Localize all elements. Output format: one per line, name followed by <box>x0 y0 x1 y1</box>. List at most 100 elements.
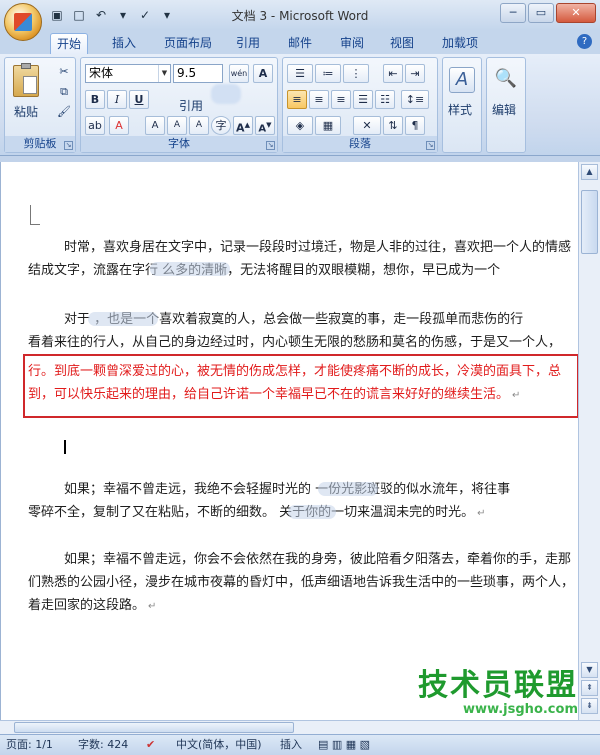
phonetic-guide-button[interactable]: wén <box>229 64 249 83</box>
title-bar: ▣ □ ↶ ▾ ✓ ▾ 文档 3 - Microsoft Word ─ ▭ ✕ <box>0 0 600 30</box>
align-center-icon[interactable]: ≡ <box>309 90 329 109</box>
copy-icon[interactable]: ⧉ <box>55 84 73 100</box>
office-logo-icon <box>14 13 32 31</box>
text-cursor <box>64 440 66 454</box>
case-button[interactable]: A <box>189 116 209 135</box>
clipboard-icon <box>13 63 39 97</box>
underline-button[interactable]: U <box>129 90 149 109</box>
paragraph-4-line-2: 零碎不全，复制了又在粘贴，不断的细数。 关于你的一切来温润未完的时光。 <box>28 505 475 520</box>
font-size-field[interactable]: 9.5 <box>173 64 223 83</box>
scroll-down-icon[interactable]: ▼ <box>581 662 598 678</box>
ref-label: 引用 <box>178 99 203 113</box>
tab-references[interactable]: 引用 <box>230 33 266 54</box>
font-color-icon[interactable]: A <box>109 116 129 135</box>
multilevel-list-icon[interactable]: ⋮ <box>343 64 369 83</box>
shrink-font-button[interactable]: A▼ <box>255 116 275 135</box>
borders-icon[interactable]: ▦ <box>315 116 341 135</box>
page-count[interactable]: 页面: 1/1 <box>6 735 53 755</box>
paragraph-2-line-2: 看着来往的行人，从自己的身边经过时，内心顿生无限的愁肠和莫名的伤感，于是又一个人… <box>28 335 562 350</box>
bold-button[interactable]: B <box>85 90 105 109</box>
styles-button[interactable]: A 样式 <box>445 62 479 132</box>
horizontal-scroll-thumb[interactable] <box>14 722 294 733</box>
next-page-icon[interactable]: ⇟ <box>581 698 598 714</box>
horizontal-scrollbar[interactable] <box>0 720 600 734</box>
paragraph-5-line-3: 着走回家的这段路。 <box>28 598 146 613</box>
blur-smudge <box>318 482 378 496</box>
bullets-icon[interactable]: ☰ <box>287 64 313 83</box>
styles-label: 样式 <box>448 103 473 117</box>
shading-icon[interactable]: ◈ <box>287 116 313 135</box>
tab-add-ins[interactable]: 加载项 <box>436 33 484 54</box>
vertical-scrollbar[interactable]: ▲ ▼ ⇞ ⇟ <box>578 162 600 720</box>
numbering-icon[interactable]: ≔ <box>315 64 341 83</box>
highlight-icon[interactable]: ab <box>85 116 105 135</box>
maximize-button[interactable]: ▭ <box>528 3 554 23</box>
paragraph-launcher-icon[interactable]: ↘ <box>426 141 435 150</box>
view-buttons-icon[interactable]: ▤ ▥ ▦ ▧ <box>318 735 370 755</box>
insert-mode[interactable]: 插入 <box>280 735 302 755</box>
align-right-icon[interactable]: ≡ <box>331 90 351 109</box>
sort-icon[interactable]: ⇅ <box>383 116 403 135</box>
word-count[interactable]: 字数: 424 <box>78 735 128 755</box>
font-name-field[interactable]: 宋体 ▼ <box>85 64 171 83</box>
distributed-icon[interactable]: ☷ <box>375 90 395 109</box>
format-painter-icon[interactable]: 🖌 <box>55 104 73 120</box>
justify-icon[interactable]: ☰ <box>353 90 373 109</box>
font-launcher-icon[interactable]: ↘ <box>266 141 275 150</box>
window-controls: ─ ▭ ✕ <box>500 3 596 23</box>
line-spacing-icon[interactable]: ↕≡ <box>401 90 429 109</box>
blur-smudge <box>88 312 158 326</box>
align-left-icon[interactable]: ≡ <box>287 90 307 109</box>
editing-button[interactable]: 🔍 编辑 <box>489 62 523 132</box>
ribbon: 粘贴 ✂ ⧉ 🖌 剪贴板 ↘ 宋体 ▼ 9.5 wén A B I U 引用 a… <box>0 54 600 156</box>
cut-icon[interactable]: ✂ <box>55 64 73 80</box>
superscript-button[interactable]: A <box>145 116 165 135</box>
decrease-indent-icon[interactable]: ⇤ <box>383 64 403 83</box>
tab-view[interactable]: 视图 <box>384 33 420 54</box>
paragraph-1: 时常，喜欢身居在文字中，记录一段段时过境迁，物是人非的过往，喜欢把一个人的情感 … <box>28 236 600 282</box>
show-marks-icon[interactable]: ¶ <box>405 116 425 135</box>
watermark-title: 技术员联盟 <box>418 668 578 703</box>
font-name-value: 宋体 <box>89 66 114 80</box>
paragraph-1-line-1: 时常，喜欢身居在文字中，记录一段段时过境迁，物是人非的过往，喜欢把一个人的情感 <box>64 240 572 255</box>
paragraph-4-line-1: 如果；幸福不曾走远，我绝不会轻握时光的 一份光影斑驳的似水流年，将往事 <box>64 482 511 497</box>
clipboard-group: 粘贴 ✂ ⧉ 🖌 剪贴板 ↘ <box>4 57 76 153</box>
binoculars-icon: 🔍 <box>494 68 518 89</box>
paragraph-group-label: 段落 <box>283 136 437 152</box>
chinese-layout-icon[interactable]: ✕ <box>353 116 381 135</box>
close-button[interactable]: ✕ <box>556 3 596 23</box>
styles-group: A 样式 <box>442 57 482 153</box>
return-mark-icon: ↵ <box>477 508 486 519</box>
paragraph-1-line-2: 结成文字，流露在字行 么多的清晰，无法将醒目的双眼模糊，想你，早已成为一个 <box>28 263 501 278</box>
help-icon[interactable]: ? <box>577 34 592 49</box>
font-group: 宋体 ▼ 9.5 wén A B I U 引用 ab A A A A 字 A▲ … <box>80 57 278 153</box>
paragraph-5: 如果；幸福不曾走远，你会不会依然在我的身旁，彼此陪看夕阳落去，牵着你的手，走那 … <box>28 548 600 618</box>
scroll-thumb[interactable] <box>581 190 598 254</box>
clipboard-launcher-icon[interactable]: ↘ <box>64 141 73 150</box>
increase-indent-icon[interactable]: ⇥ <box>405 64 425 83</box>
chevron-down-icon[interactable]: ▼ <box>158 65 170 82</box>
watermark-url: www.jsgho.com <box>463 702 578 717</box>
editing-group: 🔍 编辑 <box>486 57 526 153</box>
scroll-up-icon[interactable]: ▲ <box>581 164 598 180</box>
blur-smudge <box>150 262 230 276</box>
language-indicator[interactable]: 中文(简体，中国) <box>176 735 262 755</box>
italic-button[interactable]: I <box>107 90 127 109</box>
paste-button[interactable]: 粘贴 <box>9 62 43 122</box>
site-watermark: 技术员联盟 www.jsgho.com <box>418 660 578 717</box>
enclose-char-button[interactable]: 字 <box>211 116 231 135</box>
editing-label: 编辑 <box>492 103 517 117</box>
minimize-button[interactable]: ─ <box>500 3 526 23</box>
character-border-button[interactable]: A <box>253 64 273 83</box>
tab-home[interactable]: 开始 <box>50 33 89 54</box>
tab-insert[interactable]: 插入 <box>106 33 142 54</box>
proofing-icon[interactable]: ✔ <box>146 735 155 755</box>
prev-page-icon[interactable]: ⇞ <box>581 680 598 696</box>
tab-page-layout[interactable]: 页面布局 <box>158 33 218 54</box>
return-mark-icon: ↵ <box>148 601 157 612</box>
subscript-button[interactable]: A <box>167 116 187 135</box>
tab-review[interactable]: 审阅 <box>334 33 370 54</box>
grow-font-button[interactable]: A▲ <box>233 116 253 135</box>
tab-mailings[interactable]: 邮件 <box>282 33 318 54</box>
office-button[interactable] <box>4 3 42 41</box>
